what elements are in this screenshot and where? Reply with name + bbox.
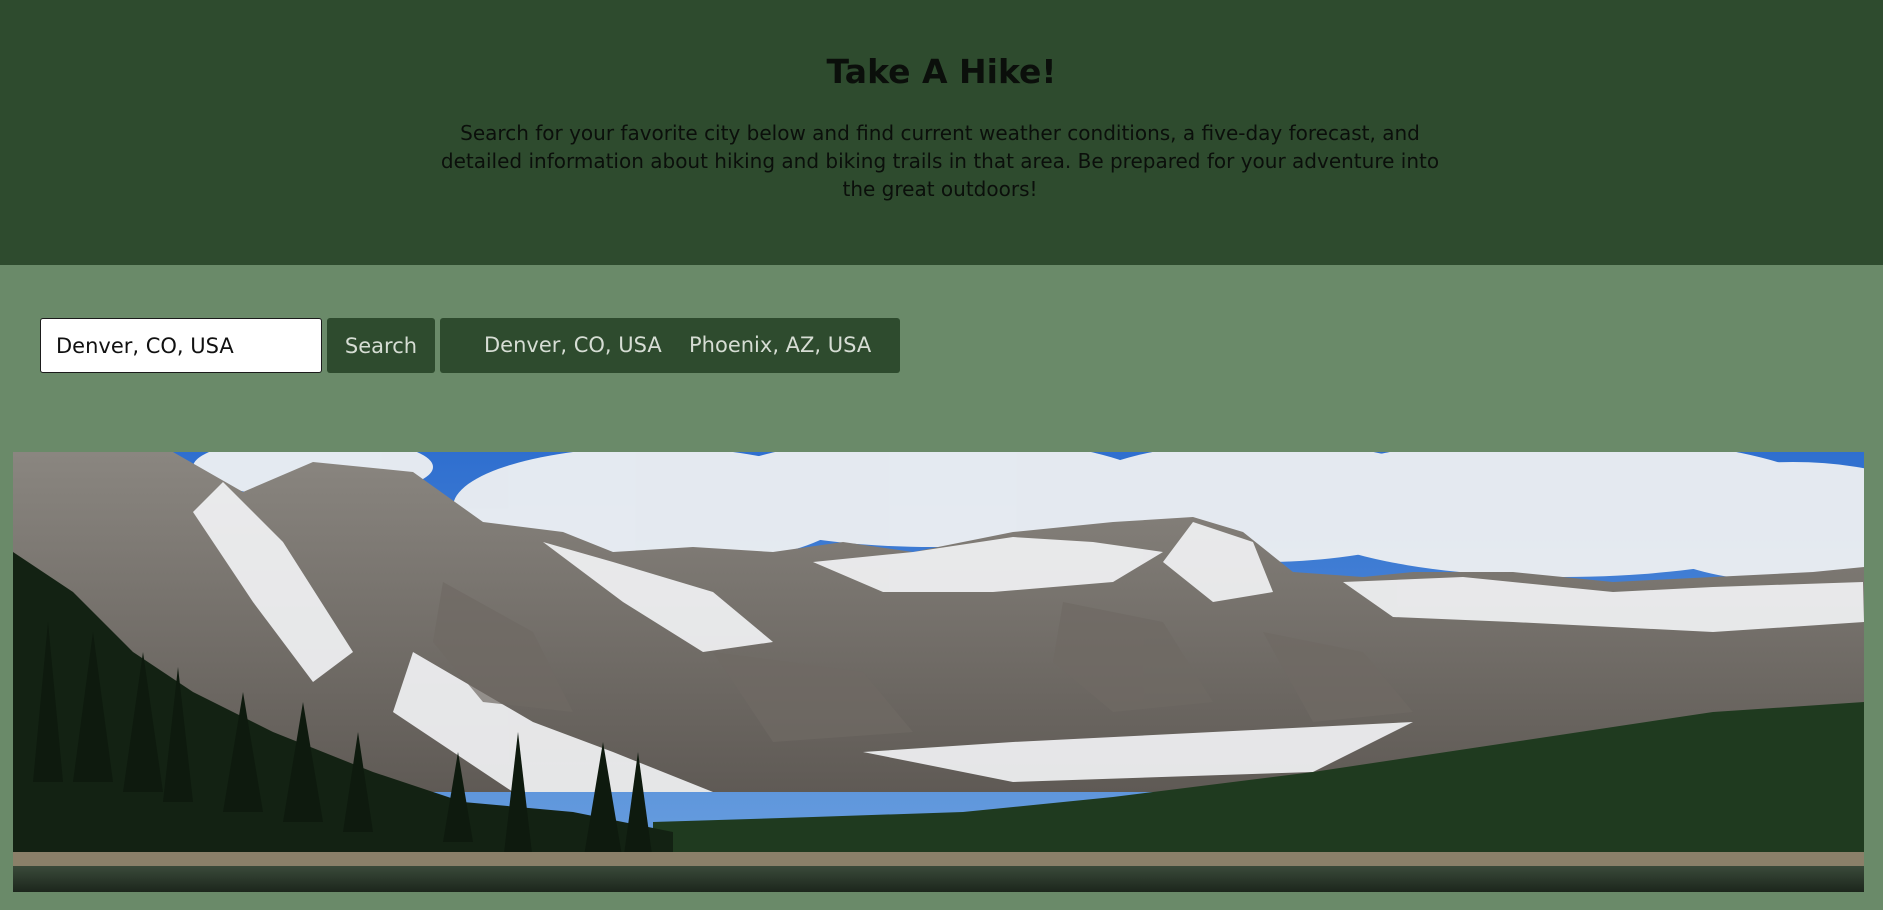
search-button[interactable]: Search: [327, 318, 435, 373]
history-item-denver[interactable]: Denver, CO, USA: [484, 318, 662, 373]
city-search-input[interactable]: [40, 318, 322, 373]
page-header: Take A Hike! Search for your favorite ci…: [0, 0, 1883, 265]
page-title: Take A Hike!: [826, 52, 1057, 91]
history-item-phoenix[interactable]: Phoenix, AZ, USA: [689, 318, 871, 373]
page-description: Search for your favorite city below and …: [440, 121, 1440, 201]
search-history: Denver, CO, USA Phoenix, AZ, USA: [440, 318, 900, 373]
landscape-image: [13, 452, 1864, 892]
hero-landscape-image: [13, 452, 1864, 892]
